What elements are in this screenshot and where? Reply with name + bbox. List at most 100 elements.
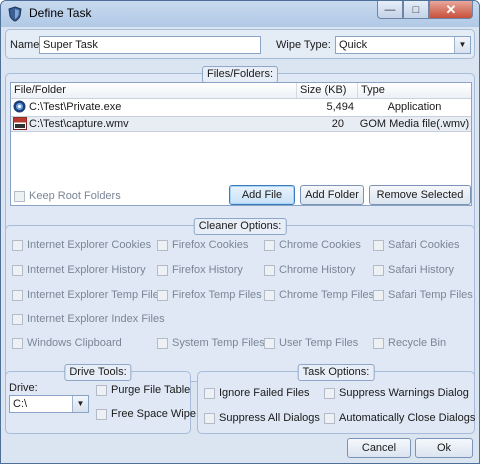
- checkbox-box[interactable]: [324, 412, 335, 424]
- safari-cookies-checkbox[interactable]: Safari Cookies: [373, 239, 460, 251]
- safari-history-checkbox[interactable]: Safari History: [373, 264, 454, 276]
- checkbox-box[interactable]: [12, 313, 23, 325]
- firefox-temp-files-checkbox[interactable]: Firefox Temp Files: [157, 289, 262, 301]
- chrome-temp-files-label: Chrome Temp Files: [279, 289, 375, 301]
- recycle-bin-checkbox[interactable]: Recycle Bin: [373, 337, 446, 349]
- checkbox-box[interactable]: [373, 289, 384, 301]
- files-folders-legend: Files/Folders:: [201, 66, 279, 83]
- minimize-icon[interactable]: —: [377, 1, 403, 19]
- firefox-history-checkbox[interactable]: Firefox History: [157, 264, 243, 276]
- free-space-wipe-label: Free Space Wipe: [111, 408, 196, 420]
- checkbox-box[interactable]: [157, 337, 168, 349]
- cancel-button[interactable]: Cancel: [347, 438, 411, 458]
- task-options-legend: Task Options:: [297, 364, 375, 381]
- suppress-warnings-dialog-checkbox[interactable]: Suppress Warnings Dialog: [324, 387, 469, 399]
- wipe-type-label: Wipe Type:: [276, 39, 331, 51]
- system-temp-files-label: System Temp Files: [172, 337, 265, 349]
- purge-file-table-checkbox[interactable]: Purge File Table: [96, 384, 190, 396]
- app-shield-icon: [8, 6, 22, 22]
- firefox-cookies-checkbox[interactable]: Firefox Cookies: [157, 239, 248, 251]
- column-header-type[interactable]: Type: [358, 83, 471, 98]
- maximize-icon[interactable]: □: [403, 1, 429, 19]
- ie-index-files-label: Internet Explorer Index Files: [27, 313, 165, 325]
- close-icon[interactable]: ✕: [429, 1, 473, 19]
- checkbox-box[interactable]: [157, 239, 168, 251]
- checkbox-box[interactable]: [12, 239, 23, 251]
- chrome-history-checkbox[interactable]: Chrome History: [264, 264, 355, 276]
- checkbox-box[interactable]: [204, 387, 215, 399]
- checkbox-box[interactable]: [157, 289, 168, 301]
- add-file-button[interactable]: Add File: [229, 185, 295, 205]
- checkbox-box[interactable]: [264, 289, 275, 301]
- windows-clipboard-checkbox[interactable]: Windows Clipboard: [12, 337, 122, 349]
- checkbox-box[interactable]: [373, 264, 384, 276]
- drive-label: Drive:: [9, 382, 38, 394]
- checkbox-box[interactable]: [264, 337, 275, 349]
- column-header-size[interactable]: Size (KB): [297, 83, 358, 98]
- ie-temp-files-checkbox[interactable]: Internet Explorer Temp Files: [12, 289, 164, 301]
- free-space-wipe-checkbox[interactable]: Free Space Wipe: [96, 408, 196, 420]
- checkbox-box[interactable]: [264, 264, 275, 276]
- remove-selected-button[interactable]: Remove Selected: [369, 185, 471, 205]
- checkbox-box[interactable]: [12, 289, 23, 301]
- safari-temp-files-checkbox[interactable]: Safari Temp Files: [373, 289, 473, 301]
- checkbox-box[interactable]: [96, 408, 107, 420]
- system-temp-files-checkbox[interactable]: System Temp Files: [157, 337, 265, 349]
- table-row[interactable]: C:\Test\Private.exe 5,494 Application: [11, 99, 471, 115]
- chrome-cookies-label: Chrome Cookies: [279, 239, 361, 251]
- drive-tools-legend: Drive Tools:: [64, 364, 132, 381]
- keep-root-folders-checkbox[interactable]: Keep Root Folders: [14, 190, 121, 202]
- checkbox-box[interactable]: [12, 264, 23, 276]
- keep-root-folders-label: Keep Root Folders: [29, 190, 121, 202]
- table-row[interactable]: C:\Test\capture.wmv 20 GOM Media file(.w…: [11, 116, 471, 132]
- wipe-type-select[interactable]: Quick ▼: [335, 36, 471, 54]
- file-type: GOM Media file(.wmv): [359, 118, 470, 130]
- user-temp-files-checkbox[interactable]: User Temp Files: [264, 337, 358, 349]
- define-task-window: Define Task — □ ✕ Name: Super Task Wipe …: [0, 0, 480, 464]
- media-file-icon: [13, 117, 27, 130]
- chrome-history-label: Chrome History: [279, 264, 356, 276]
- ie-cookies-label: Internet Explorer Cookies: [27, 239, 152, 251]
- windows-clipboard-label: Windows Clipboard: [27, 337, 122, 349]
- chevron-down-icon[interactable]: ▼: [72, 396, 88, 412]
- checkbox-box[interactable]: [324, 387, 335, 399]
- purge-file-table-label: Purge File Table: [111, 384, 191, 396]
- recycle-bin-label: Recycle Bin: [388, 337, 447, 349]
- checkbox-box[interactable]: [157, 264, 168, 276]
- file-path: C:\Test\Private.exe: [29, 101, 122, 113]
- checkbox-box[interactable]: [12, 337, 23, 349]
- file-size: 5,494: [326, 101, 354, 113]
- name-input[interactable]: Super Task: [39, 36, 261, 54]
- safari-cookies-label: Safari Cookies: [388, 239, 460, 251]
- suppress-all-dialogs-label: Suppress All Dialogs: [219, 412, 320, 424]
- checkbox-box[interactable]: [96, 384, 107, 396]
- file-path: C:\Test\capture.wmv: [29, 118, 129, 130]
- ignore-failed-files-checkbox[interactable]: Ignore Failed Files: [204, 387, 310, 399]
- checkbox-box[interactable]: [14, 190, 25, 202]
- chrome-temp-files-checkbox[interactable]: Chrome Temp Files: [264, 289, 374, 301]
- ie-history-checkbox[interactable]: Internet Explorer History: [12, 264, 146, 276]
- checkbox-box[interactable]: [373, 239, 384, 251]
- column-header-file-folder[interactable]: File/Folder: [11, 83, 297, 98]
- ie-index-files-checkbox[interactable]: Internet Explorer Index Files: [12, 313, 165, 325]
- checkbox-box[interactable]: [373, 337, 384, 349]
- ie-cookies-checkbox[interactable]: Internet Explorer Cookies: [12, 239, 151, 251]
- ie-history-label: Internet Explorer History: [27, 264, 146, 276]
- suppress-warnings-dialog-label: Suppress Warnings Dialog: [339, 387, 469, 399]
- firefox-temp-files-label: Firefox Temp Files: [172, 289, 262, 301]
- safari-history-label: Safari History: [388, 264, 455, 276]
- suppress-all-dialogs-checkbox[interactable]: Suppress All Dialogs: [204, 412, 320, 424]
- title-bar[interactable]: Define Task — □ ✕: [1, 1, 479, 27]
- ok-button[interactable]: Ok: [415, 438, 473, 458]
- add-folder-button[interactable]: Add Folder: [300, 185, 364, 205]
- drive-select[interactable]: C:\ ▼: [9, 395, 89, 413]
- name-label: Name:: [10, 39, 43, 51]
- auto-close-dialogs-label: Automatically Close Dialogs: [339, 412, 476, 424]
- auto-close-dialogs-checkbox[interactable]: Automatically Close Dialogs: [324, 412, 475, 424]
- cleaner-options-legend: Cleaner Options:: [193, 218, 287, 235]
- file-size: 20: [331, 118, 344, 130]
- checkbox-box[interactable]: [264, 239, 275, 251]
- chevron-down-icon[interactable]: ▼: [454, 37, 470, 53]
- checkbox-box[interactable]: [204, 412, 215, 424]
- chrome-cookies-checkbox[interactable]: Chrome Cookies: [264, 239, 361, 251]
